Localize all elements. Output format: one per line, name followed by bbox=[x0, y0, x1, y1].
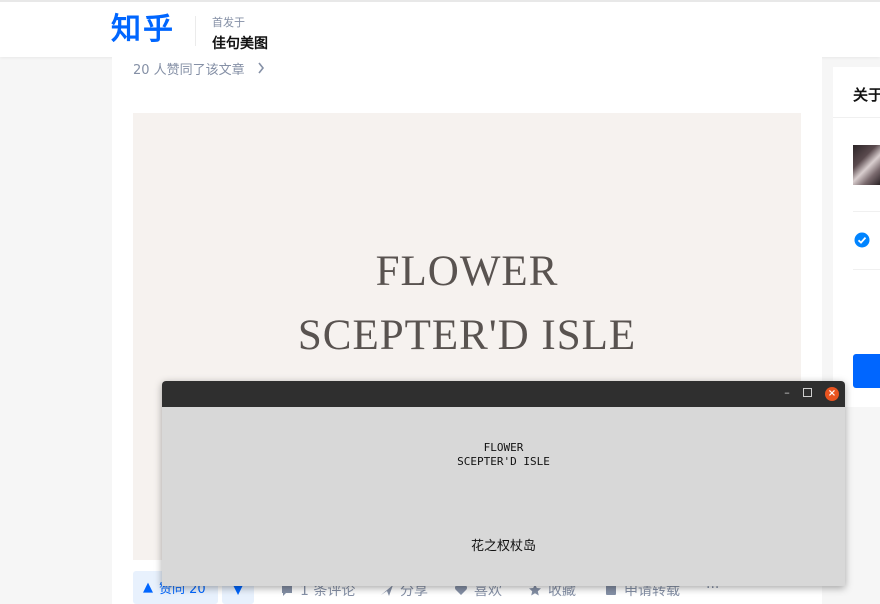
likes-summary-link[interactable]: 20 人赞同了该文章 bbox=[133, 59, 245, 78]
window-text-line2: SCEPTER'D ISLE bbox=[457, 455, 550, 468]
window-titlebar[interactable]: – × bbox=[162, 381, 845, 407]
close-icon[interactable]: × bbox=[825, 387, 839, 401]
header-divider bbox=[195, 16, 196, 46]
verified-badge-icon bbox=[854, 232, 870, 248]
published-in-label: 首发于 bbox=[212, 16, 245, 29]
popup-window: – × FLOWER SCEPTER'D ISLE 花之权杖岛 bbox=[162, 381, 845, 586]
window-text-line1: FLOWER bbox=[483, 441, 524, 454]
cover-title-line2: SCEPTER'D ISLE bbox=[297, 312, 637, 359]
zhihu-logo[interactable]: 知乎 bbox=[111, 10, 175, 50]
column-name-link[interactable]: 佳句美图 bbox=[212, 33, 268, 53]
sidebar-divider bbox=[853, 211, 880, 212]
page: 知乎 首发于 佳句美图 20 人赞同了该文章 FLOWER SCEPTER'D … bbox=[0, 0, 880, 604]
top-header: 知乎 首发于 佳句美图 bbox=[0, 0, 880, 57]
chevron-right-icon bbox=[258, 62, 265, 74]
sidebar-divider bbox=[853, 269, 880, 270]
cover-title-line1: FLOWER bbox=[375, 248, 559, 295]
triangle-up-icon: ▲ bbox=[143, 580, 153, 595]
author-avatar[interactable] bbox=[853, 145, 880, 185]
maximize-icon[interactable] bbox=[803, 388, 812, 397]
sidebar-title: 关于 bbox=[853, 86, 880, 104]
sidebar-divider bbox=[833, 117, 880, 118]
minimize-icon[interactable]: – bbox=[781, 387, 793, 399]
follow-button[interactable] bbox=[853, 354, 880, 388]
window-chinese-text: 花之权杖岛 bbox=[470, 539, 536, 554]
